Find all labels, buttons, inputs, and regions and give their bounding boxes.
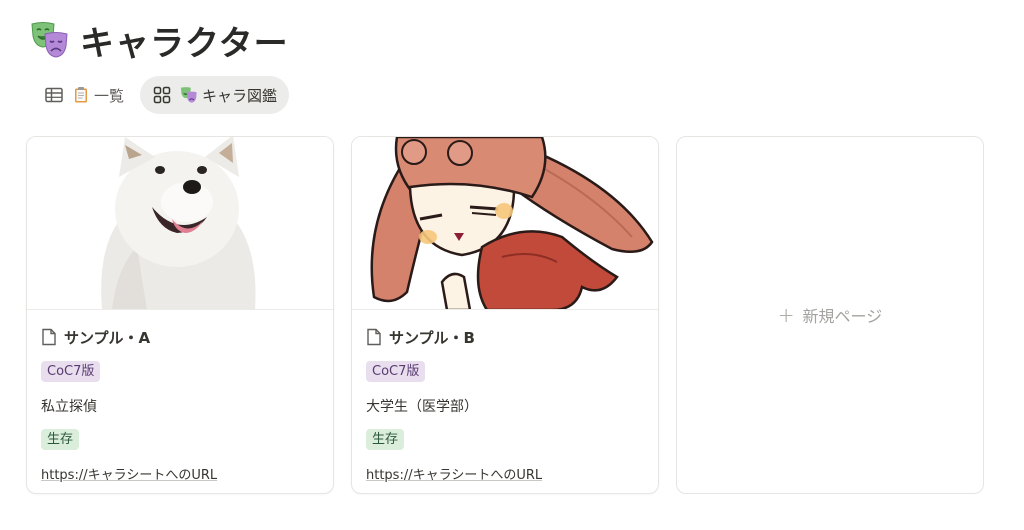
card-title: サンプル・B bbox=[366, 326, 644, 348]
page-title: キャラクター bbox=[80, 23, 289, 64]
page-icon bbox=[367, 328, 381, 346]
tab-gallery-view-label: キャラ図鑑 bbox=[202, 86, 278, 105]
new-page-label: 新規ページ bbox=[802, 307, 883, 326]
character-sheet-link[interactable]: https://キャラシートへのURL bbox=[366, 464, 644, 483]
view-tabs: 一覧 キャラ図鑑 bbox=[32, 76, 293, 114]
gallery-card[interactable]: サンプル・B CoC7版 大学生（医学部） 生存 https://キャラシートへ… bbox=[351, 136, 659, 494]
plus-icon: + bbox=[777, 303, 795, 327]
gallery-grid: サンプル・A CoC7版 私立探偵 生存 https://キャラシートへのURL bbox=[26, 136, 984, 494]
character-sheet-link[interactable]: https://キャラシートへのURL bbox=[41, 464, 319, 483]
new-page-button[interactable]: + 新規ページ bbox=[676, 136, 984, 494]
occupation-text: 大学生（医学部） bbox=[366, 399, 478, 415]
tab-list-view-label: 一覧 bbox=[94, 86, 125, 105]
status-tag: 生存 bbox=[366, 429, 405, 450]
edition-tag: CoC7版 bbox=[41, 361, 101, 382]
card-cover-image bbox=[352, 137, 658, 310]
card-title: サンプル・A bbox=[41, 326, 319, 348]
clipboard-icon bbox=[75, 87, 87, 103]
gallery-card[interactable]: サンプル・A CoC7版 私立探偵 生存 https://キャラシートへのURL bbox=[26, 136, 334, 494]
status-tag: 生存 bbox=[41, 429, 80, 450]
page-icon bbox=[42, 328, 56, 346]
card-cover-image bbox=[27, 137, 333, 310]
occupation-text: 私立探偵 bbox=[41, 399, 97, 415]
page-header: キャラクター bbox=[30, 18, 289, 64]
dog-photo bbox=[27, 137, 333, 309]
card-title-text: サンプル・A bbox=[64, 328, 151, 347]
bunny-girl-illustration bbox=[352, 137, 658, 309]
gallery-icon bbox=[153, 86, 171, 104]
tab-gallery-view[interactable]: キャラ図鑑 bbox=[140, 76, 290, 114]
theater-masks-icon bbox=[180, 87, 197, 103]
table-icon bbox=[45, 87, 63, 103]
theater-masks-icon[interactable] bbox=[30, 20, 70, 60]
tab-list-view[interactable]: 一覧 bbox=[32, 76, 136, 114]
card-title-text: サンプル・B bbox=[389, 328, 475, 347]
edition-tag: CoC7版 bbox=[366, 361, 426, 382]
